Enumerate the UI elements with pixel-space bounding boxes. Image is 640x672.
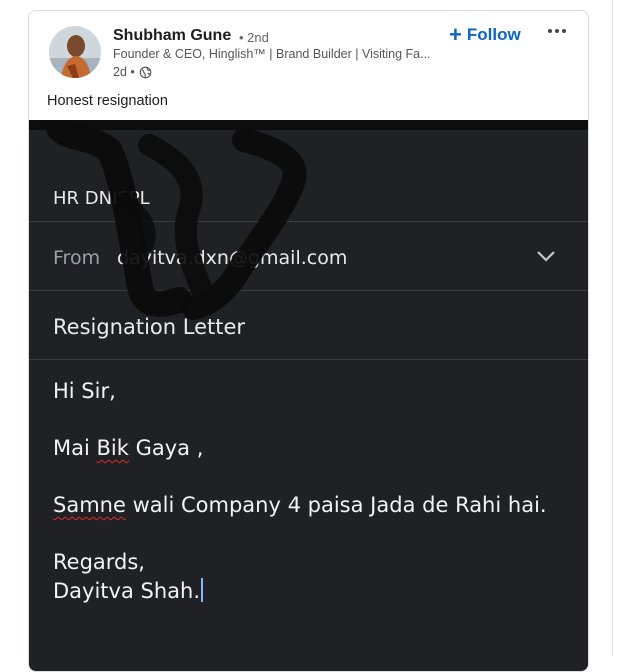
- more-options-button[interactable]: [545, 21, 569, 41]
- from-address: dayitva.dxn@gmail.com: [117, 247, 348, 269]
- text-cursor: [201, 578, 203, 602]
- author-avatar[interactable]: [49, 26, 101, 78]
- globe-icon: [139, 66, 152, 78]
- email-closing: Regards,: [53, 550, 145, 574]
- connection-degree: • 2nd: [239, 30, 269, 45]
- post-image[interactable]: HR DNISPL From dayitva.dxn@gmail.com Res…: [29, 120, 588, 671]
- post-text: Honest resignation: [47, 93, 168, 109]
- email-from-row: From dayitva.dxn@gmail.com: [29, 222, 588, 291]
- email-greeting: Hi Sir,: [53, 379, 116, 403]
- email-subject-row: Resignation Letter: [29, 291, 588, 360]
- from-label: From: [53, 247, 101, 269]
- email-to-row: HR DNISPL: [29, 130, 588, 222]
- email-line-2: Samne wali Company 4 paisa Jada de Rahi …: [53, 491, 547, 520]
- follow-label: Follow: [466, 25, 521, 44]
- email-subject: Resignation Letter: [53, 315, 246, 339]
- spellcheck-word: Samne: [53, 493, 126, 517]
- author-name[interactable]: Shubham Gune: [113, 27, 231, 45]
- author-headline: Founder & CEO, Hinglish™ | Brand Builder…: [113, 47, 431, 61]
- follow-button[interactable]: + Follow: [449, 23, 521, 47]
- email-signature-line: Dayitva Shah.: [53, 577, 203, 606]
- post-meta: 2d •: [113, 65, 152, 79]
- feed-post-card: Shubham Gune • 2nd Founder & CEO, Hingli…: [28, 10, 589, 672]
- spellcheck-word: Bik: [96, 436, 129, 460]
- chevron-down-icon: [537, 251, 555, 262]
- image-top-strip: [29, 120, 588, 130]
- email-line-2-text: Samne wali Company 4 paisa Jada de Rahi …: [53, 493, 547, 517]
- post-header: Shubham Gune • 2nd Founder & CEO, Hingli…: [29, 11, 588, 121]
- email-line-1-text: Mai Bik Gaya ,: [53, 436, 204, 460]
- email-signature: Dayitva Shah.: [53, 579, 200, 603]
- post-time: 2d •: [113, 65, 135, 79]
- email-line-1: Mai Bik Gaya ,: [53, 434, 203, 463]
- right-rail: [612, 0, 640, 656]
- email-to: HR DNISPL: [53, 188, 150, 209]
- plus-icon: +: [449, 22, 462, 47]
- more-horizontal-icon: [548, 29, 566, 33]
